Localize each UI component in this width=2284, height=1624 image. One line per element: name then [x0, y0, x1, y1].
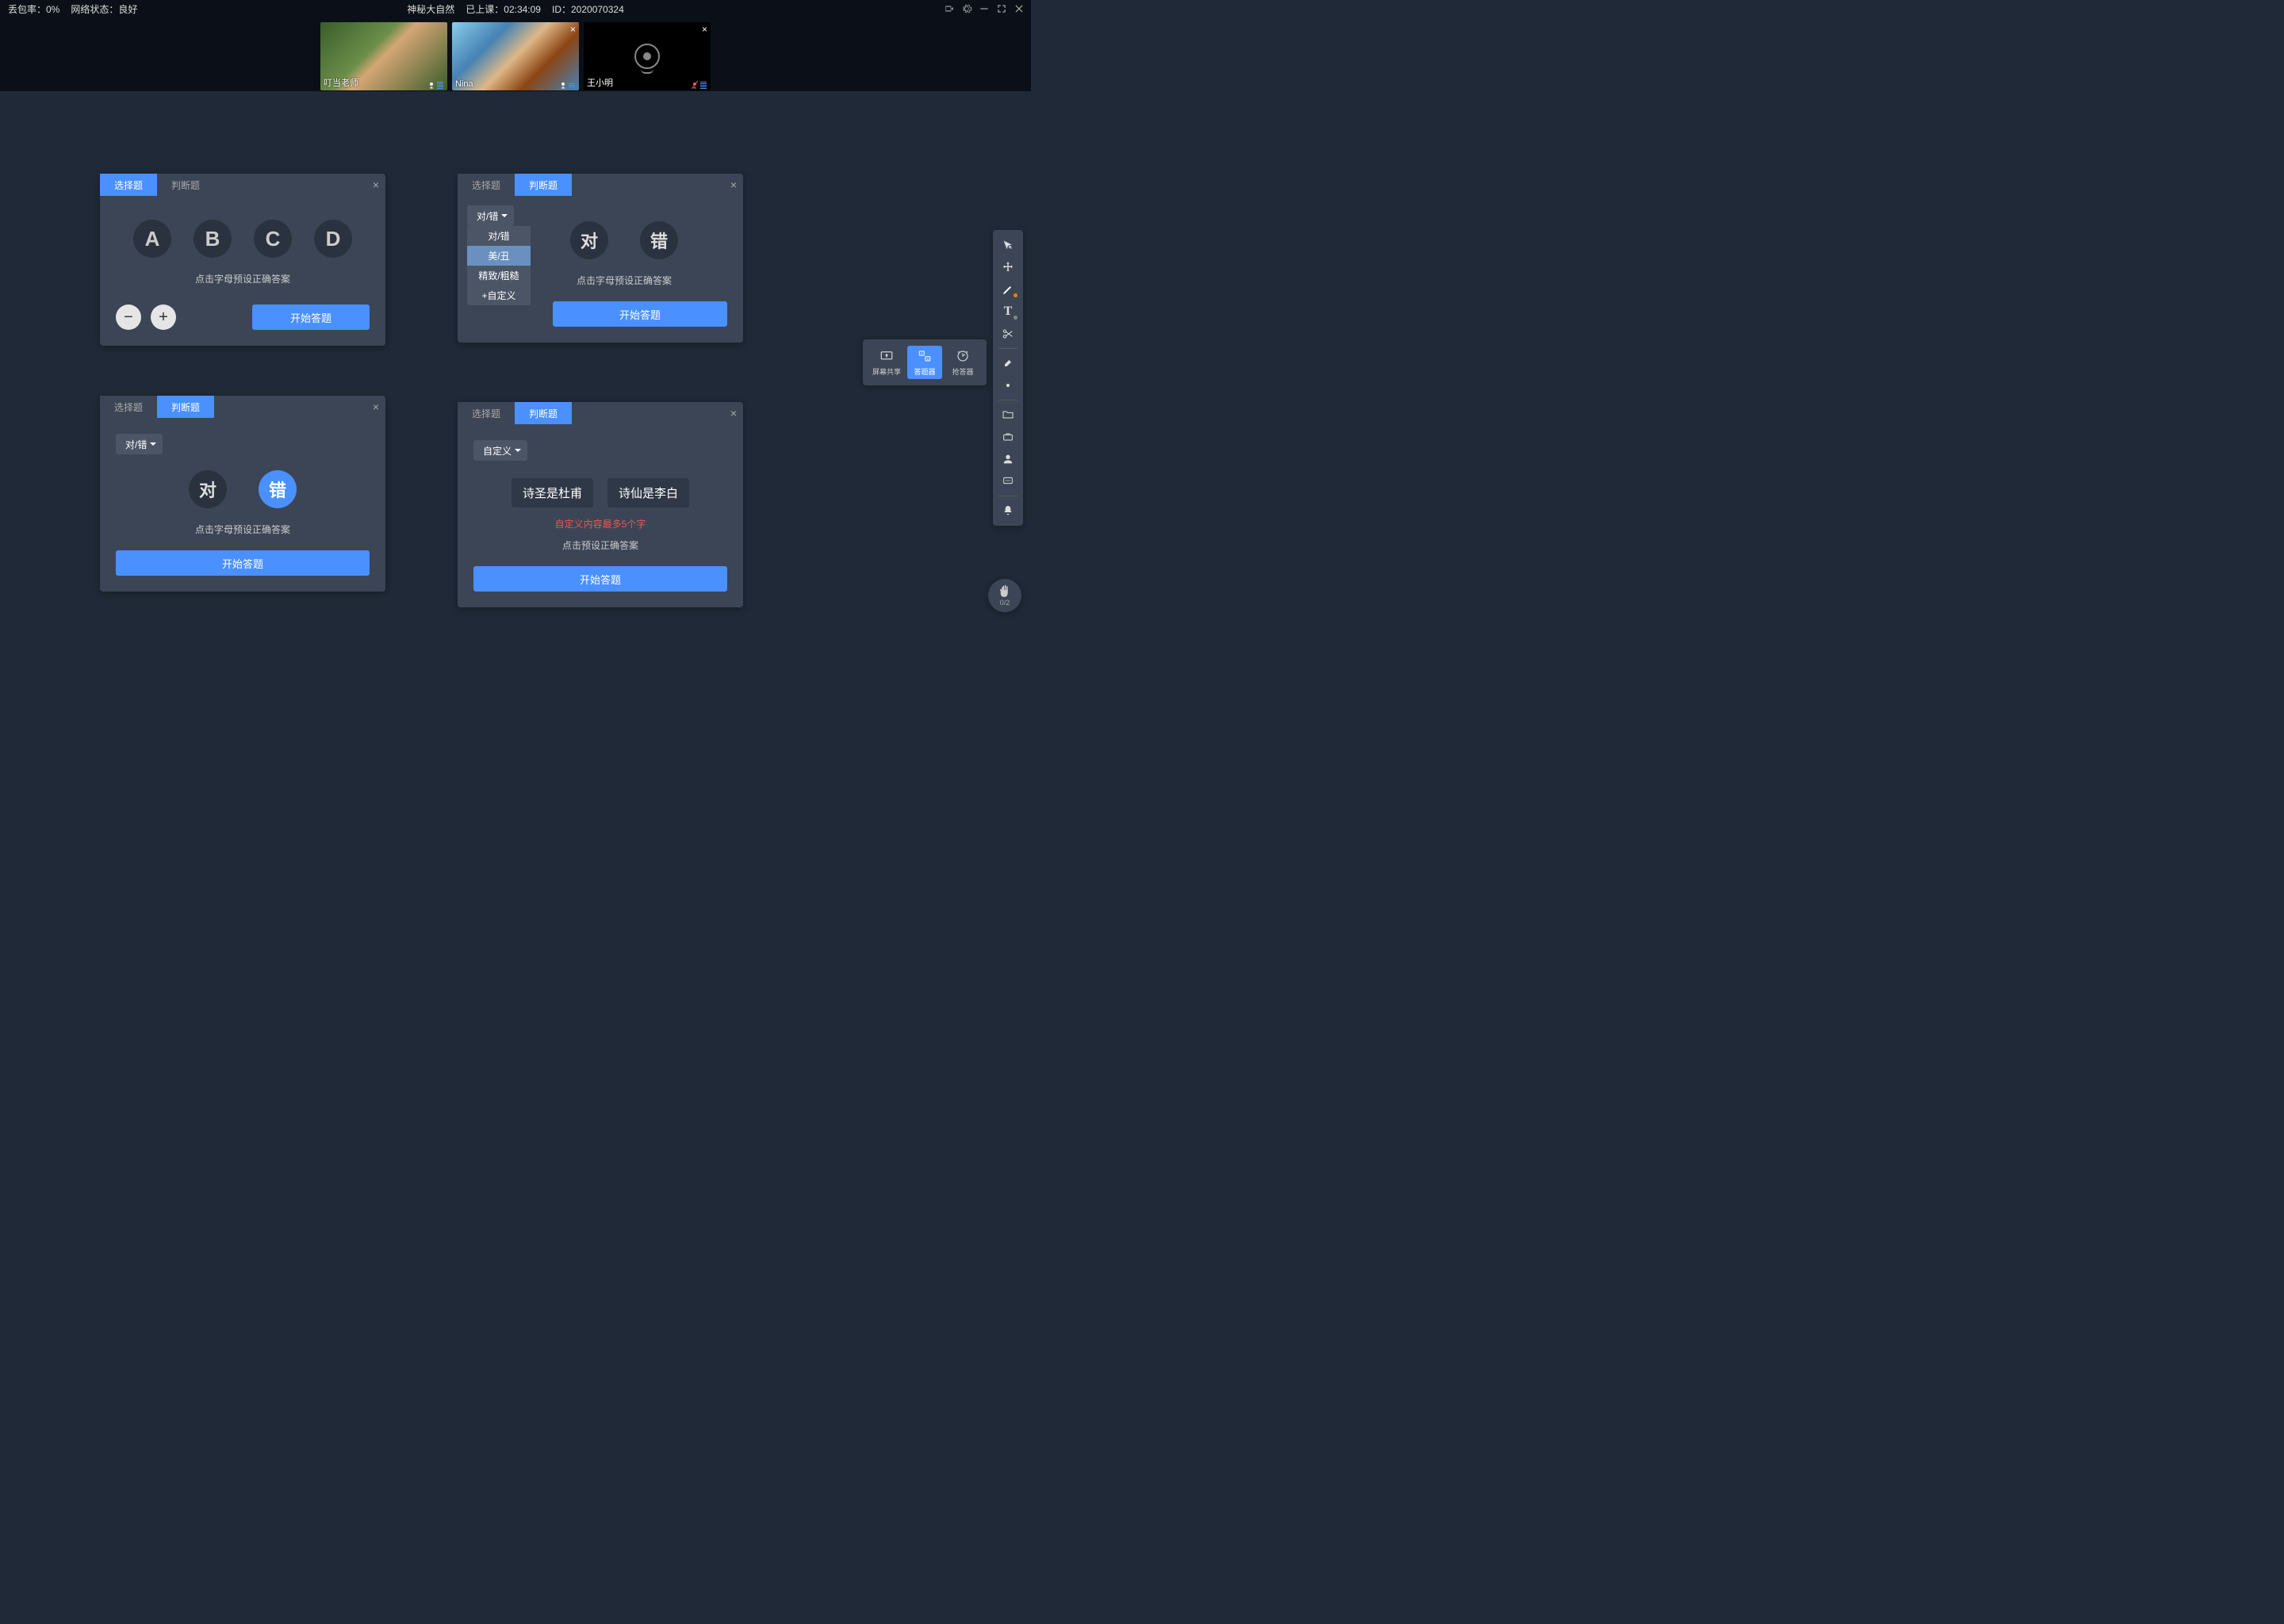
user-tool-icon[interactable] [996, 449, 1020, 469]
tab-choice[interactable]: 选择题 [100, 396, 157, 418]
tab-choice[interactable]: 选择题 [100, 174, 157, 196]
minimize-icon[interactable] [979, 3, 990, 14]
option-b[interactable]: B [194, 220, 232, 258]
video-name: 叮当老师 [324, 76, 358, 89]
mic-indicator [692, 81, 707, 89]
video-name: 王小明 [587, 76, 613, 89]
move-tool-icon[interactable] [996, 257, 1020, 278]
screen-share-button[interactable]: 屏幕共享 [869, 346, 904, 379]
camera-icon[interactable] [944, 3, 955, 14]
eraser-tool-icon[interactable] [996, 353, 1020, 373]
tab-truefalse[interactable]: 判断题 [515, 174, 572, 196]
custom-option[interactable]: 诗圣是杜甫 [512, 478, 593, 508]
answer-tool-button[interactable]: AB 答题器 [907, 346, 942, 379]
start-button[interactable]: 开始答题 [116, 550, 370, 576]
tile-close-icon[interactable]: × [570, 24, 576, 35]
buzzer-button[interactable]: 抢答器 [945, 346, 980, 379]
question-panel-tf-dropdown: 选择题 判断题 × 对/错 对/错 美/丑 精致/粗糙 +自定义 对 错 点击字… [458, 174, 743, 343]
settings-icon[interactable] [961, 3, 972, 14]
video-tile-teacher[interactable]: 叮当老师 [320, 22, 447, 90]
start-button[interactable]: 开始答题 [473, 566, 727, 592]
type-dropdown[interactable]: 对/错 [467, 205, 514, 226]
type-dropdown[interactable]: 对/错 [116, 434, 163, 454]
start-button[interactable]: 开始答题 [252, 304, 370, 330]
question-panel-tf-selected: 选择题 判断题 × 对/错 对 错 点击字母预设正确答案 开始答题 [100, 396, 385, 592]
tf-false[interactable]: 错 [640, 221, 678, 259]
dropdown-item[interactable]: 对/错 [467, 226, 531, 246]
camera-off-icon [634, 44, 660, 69]
chat-tool-icon[interactable] [996, 471, 1020, 492]
tab-truefalse[interactable]: 判断题 [157, 174, 214, 196]
mic-indicator [428, 81, 443, 89]
svg-text:B: B [926, 358, 929, 361]
panel-close-icon[interactable]: × [730, 178, 737, 191]
text-tool-icon[interactable]: T [996, 301, 1020, 322]
bell-tool-icon[interactable] [996, 500, 1020, 521]
remove-option-button[interactable]: − [116, 304, 141, 330]
packet-loss-label: 丢包率：0% [8, 2, 59, 16]
panel-close-icon[interactable]: × [730, 407, 737, 419]
custom-option[interactable]: 诗仙是李白 [607, 478, 689, 508]
pointer-tool-icon[interactable] [996, 235, 1020, 255]
tab-choice[interactable]: 选择题 [458, 402, 515, 424]
popout-label: 屏幕共享 [872, 366, 901, 377]
panel-close-icon[interactable]: × [373, 178, 379, 191]
panel-close-icon[interactable]: × [373, 400, 379, 413]
hint-text: 点击预设正确答案 [473, 538, 727, 552]
class-id: ID：2020070324 [552, 2, 624, 16]
hint-text: 点击字母预设正确答案 [116, 523, 370, 536]
svg-text:A: A [921, 352, 923, 355]
fullscreen-icon[interactable] [996, 3, 1007, 14]
option-c[interactable]: C [254, 220, 292, 258]
scissors-tool-icon[interactable] [996, 324, 1020, 344]
tab-truefalse[interactable]: 判断题 [515, 402, 572, 424]
add-option-button[interactable]: + [151, 304, 176, 330]
network-status-label: 网络状态：良好 [71, 2, 137, 16]
dropdown-menu: 对/错 美/丑 精致/粗糙 +自定义 [467, 226, 531, 305]
popout-label: 答题器 [914, 366, 935, 377]
video-name: Nina [455, 79, 473, 89]
video-tile-student[interactable]: × 王小明 [584, 22, 711, 90]
option-a[interactable]: A [133, 220, 171, 258]
dropdown-item[interactable]: +自定义 [467, 285, 531, 305]
class-title: 神秘大自然 [407, 2, 454, 16]
start-button[interactable]: 开始答题 [553, 301, 727, 327]
option-d[interactable]: D [314, 220, 352, 258]
tools-popout: 屏幕共享 AB 答题器 抢答器 [863, 339, 987, 385]
top-bar: 丢包率：0% 网络状态：良好 神秘大自然 已上课：02:34:09 ID：202… [0, 0, 1031, 17]
dropdown-item[interactable]: 美/丑 [467, 246, 531, 266]
close-icon[interactable] [1014, 3, 1025, 14]
tf-false[interactable]: 错 [259, 470, 297, 508]
tf-true[interactable]: 对 [570, 221, 608, 259]
brush-size-icon[interactable] [996, 375, 1020, 396]
elapsed-time: 已上课：02:34:09 [466, 2, 541, 16]
mic-indicator [560, 81, 575, 89]
right-toolbar: T [993, 230, 1023, 526]
hand-raise-button[interactable]: 0/2 [988, 579, 1021, 612]
pen-tool-icon[interactable] [996, 279, 1020, 300]
question-panel-custom: 选择题 判断题 × 自定义 诗圣是杜甫 诗仙是李白 自定义内容最多5个字 点击预… [458, 402, 743, 607]
tab-choice[interactable]: 选择题 [458, 174, 515, 196]
tile-close-icon[interactable]: × [702, 24, 707, 35]
video-strip: 叮当老师 × Nina × 王小明 [0, 17, 1031, 91]
question-panel-mc: 选择题 判断题 × A B C D 点击字母预设正确答案 − + 开始答题 [100, 174, 385, 346]
toolbox-tool-icon[interactable] [996, 427, 1020, 447]
tf-true[interactable]: 对 [189, 470, 227, 508]
tab-truefalse[interactable]: 判断题 [157, 396, 214, 418]
video-tile-student[interactable]: × Nina [452, 22, 579, 90]
type-dropdown[interactable]: 自定义 [473, 440, 527, 461]
hint-text: 点击字母预设正确答案 [116, 272, 370, 285]
popout-label: 抢答器 [952, 366, 973, 377]
folder-tool-icon[interactable] [996, 404, 1020, 425]
hand-count: 0/2 [1000, 599, 1010, 607]
dropdown-item[interactable]: 精致/粗糙 [467, 266, 531, 285]
error-text: 自定义内容最多5个字 [473, 517, 727, 530]
